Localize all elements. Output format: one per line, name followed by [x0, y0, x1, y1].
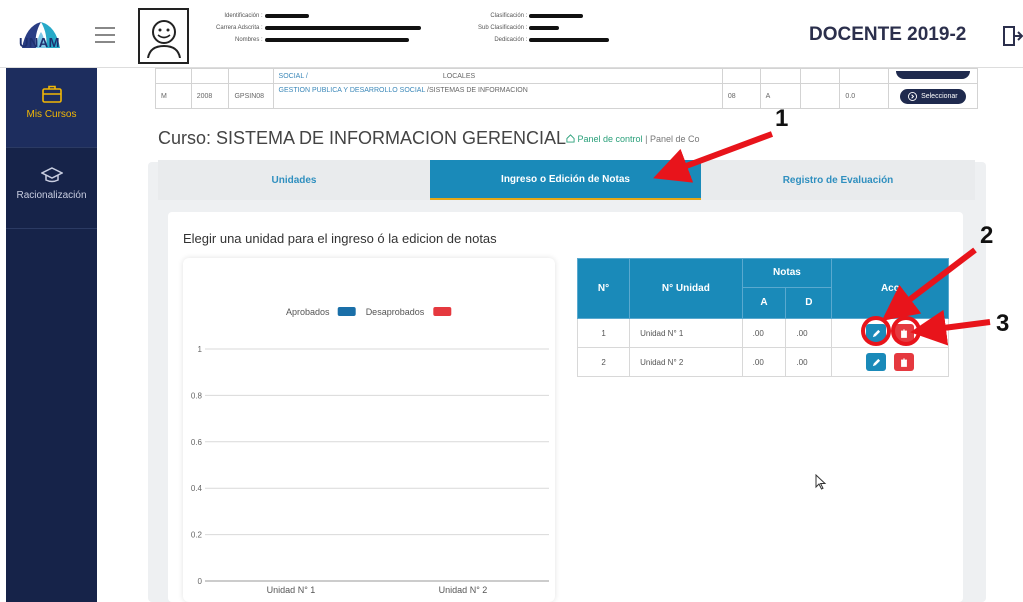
header-desaprobados: D: [785, 286, 833, 320]
legend-label: Desaprobados: [366, 307, 425, 317]
mouse-cursor-icon: [815, 474, 827, 490]
y-tick-label: 0.6: [191, 438, 203, 447]
logout-icon[interactable]: [1001, 25, 1023, 47]
x-tick-label: Unidad N° 1: [267, 585, 316, 595]
breadcrumb-current: Panel de Co: [649, 134, 700, 144]
cell-a: .00: [741, 318, 787, 348]
cell-num: 1: [576, 318, 631, 348]
y-tick-label: 0.8: [191, 391, 203, 400]
table-row: SOCIAL / LOCALES: [155, 68, 979, 84]
notes-table: N° N° Unidad Notas Acc A D 1 Unidad N° 1…: [576, 258, 949, 377]
delete-button[interactable]: [894, 324, 915, 342]
header-aprobados: A: [741, 286, 787, 320]
info-label-identificacion: Identificación :: [224, 13, 263, 19]
sidebar-item-label: Mis Cursos: [26, 109, 77, 120]
info-label-dedicacion: Dedicación :: [494, 37, 528, 43]
logo-text: UNAM: [19, 35, 60, 50]
y-tick-label: 0.2: [191, 531, 203, 540]
y-tick-label: 0: [198, 577, 203, 586]
table-row: M 2008 GPSIN08 GESTION PUBLICA Y DESARRO…: [155, 83, 979, 109]
avatar: [138, 8, 189, 64]
cell-a: .00: [741, 347, 787, 377]
y-tick-label: 1: [198, 345, 203, 354]
graduation-cap-icon: [40, 167, 63, 183]
course-link-partial[interactable]: SOCIAL /: [279, 73, 308, 80]
cell-code: GPSIN08: [228, 83, 274, 109]
info-right: Clasificación : Sub Clasificación : Dedi…: [478, 10, 610, 46]
cell-d: .00: [785, 347, 833, 377]
breadcrumb-separator: |: [645, 134, 648, 144]
hamburger-icon[interactable]: [95, 27, 115, 43]
chevron-right-icon: [908, 91, 918, 101]
tab-registro-evaluacion[interactable]: Registro de Evaluación: [701, 160, 975, 200]
cell-col1: M: [155, 83, 192, 109]
pencil-icon: [872, 358, 880, 366]
top-header: UNAM Identificación : Carrera Adscrita :…: [0, 0, 1023, 68]
cell-unit: Unidad N° 2: [629, 347, 743, 377]
course-table: SOCIAL / LOCALES M 2008 GPSIN08 GESTION P…: [155, 68, 979, 109]
briefcase-icon: [41, 85, 62, 103]
legend-swatch: [337, 307, 356, 316]
delete-button[interactable]: [894, 353, 915, 371]
cell-empty: [799, 83, 841, 109]
cell-d: .00: [785, 318, 833, 348]
pencil-icon: [872, 329, 880, 337]
trash-icon: [901, 358, 908, 367]
sidebar-item-mis-cursos[interactable]: Mis Cursos: [6, 68, 97, 148]
career-partial: LOCALES: [442, 72, 476, 80]
bar-chart: 0 0.2 0.4 0.6 0.8 1 Unidad N° 1 Unidad N° 2 Apro…: [191, 307, 549, 595]
home-icon: [566, 134, 575, 143]
edit-button[interactable]: [866, 324, 887, 342]
table-row: 2 Unidad N° 2 .00 .00: [576, 347, 949, 377]
instruction-text: Elegir una unidad para el ingreso ó la e…: [183, 231, 497, 246]
course-link[interactable]: GESTION PUBLICA Y DESARROLLO SOCIAL: [279, 87, 426, 94]
table-row: 1 Unidad N° 1 .00 .00: [576, 318, 949, 348]
cell-cycle: 08: [721, 83, 761, 109]
tab-ingreso-notas[interactable]: Ingreso o Edición de Notas: [430, 160, 701, 200]
header-num: N°: [576, 258, 631, 319]
info-left: Identificación : Carrera Adscrita : Nomb…: [216, 10, 421, 46]
select-button-partial[interactable]: [895, 71, 970, 79]
cell-unit: Unidad N° 1: [629, 318, 743, 348]
annotation-number-3: 3: [996, 310, 1010, 337]
header-actions: Acc: [831, 258, 949, 319]
x-tick-label: Unidad N° 2: [439, 585, 488, 595]
edit-button[interactable]: [866, 353, 887, 371]
trash-icon: [901, 329, 908, 338]
sidebar-item-racionalizacion[interactable]: Racionalización: [6, 149, 97, 229]
info-label-carrera: Carrera Adscrita :: [216, 25, 263, 31]
select-button-label: Seleccionar: [921, 92, 958, 100]
breadcrumb-home[interactable]: Panel de control: [578, 134, 643, 144]
annotation-number-2: 2: [980, 222, 994, 249]
y-tick-label: 0.4: [191, 484, 203, 493]
tab-unidades[interactable]: Unidades: [158, 160, 430, 200]
info-label-nombres: Nombres :: [235, 37, 263, 43]
cell-value: 0.0: [839, 83, 889, 109]
sidebar: Mis Cursos Racionalización: [6, 68, 97, 602]
avatar-icon: [147, 20, 181, 58]
header-unit: N° Unidad: [629, 258, 743, 319]
header-notas: Notas: [741, 258, 833, 288]
cell-year: 2008: [190, 83, 230, 109]
info-label-subclasificacion: Sub Clasificación :: [478, 25, 528, 31]
chart-card: 0 0.2 0.4 0.6 0.8 1 Unidad N° 1 Unidad N° 2 Apro…: [183, 258, 555, 602]
career-name: /SISTEMAS DE INFORMACION: [427, 87, 528, 94]
semester-title: DOCENTE 2019-2: [809, 24, 967, 45]
cell-num: 2: [576, 347, 631, 377]
legend-label: Aprobados: [286, 307, 330, 317]
select-course-button[interactable]: Seleccionar: [900, 88, 966, 104]
course-title: Curso: SISTEMA DE INFORMACION GERENCIAL: [158, 128, 567, 148]
breadcrumb: Panel de control | Panel de Co: [566, 134, 699, 144]
info-label-clasificacion: Clasificación :: [490, 13, 528, 19]
annotation-number-1: 1: [775, 105, 789, 132]
legend-swatch: [433, 307, 452, 316]
sidebar-item-label: Racionalización: [16, 190, 87, 201]
